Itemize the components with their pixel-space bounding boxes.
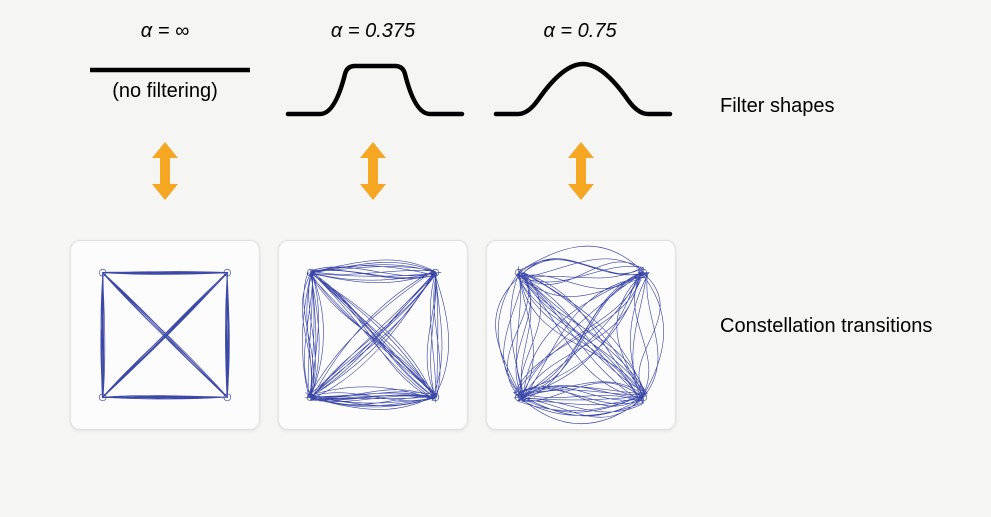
double-arrow-1 [148,140,182,202]
double-arrow-3 [564,140,598,202]
alpha-label-2: α = 0.375 [293,20,453,43]
filter-shape-2 [280,52,470,122]
constellation-1 [70,240,260,430]
filter-sublabel-1: (no filtering) [75,80,255,103]
double-arrow-2 [356,140,390,202]
row-label-filters: Filter shapes [720,95,835,118]
alpha-label-1: α = ∞ [85,20,245,43]
alpha-label-3: α = 0.75 [500,20,660,43]
row-label-constellations: Constellation transitions [720,315,932,338]
filter-shape-3 [488,52,678,122]
constellation-2 [278,240,468,430]
constellation-3 [486,240,676,430]
